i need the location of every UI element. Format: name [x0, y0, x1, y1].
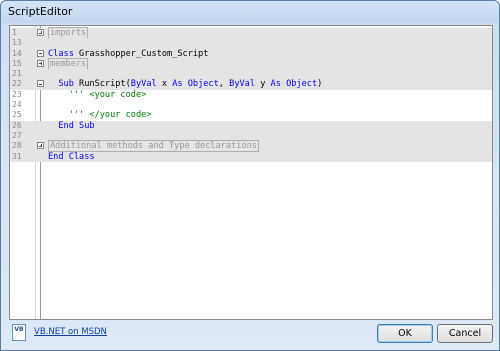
code-text: Sub RunScript(ByVal x As Object, ByVal y…: [48, 79, 322, 89]
line-number: 27: [12, 130, 22, 140]
code-line[interactable]: 28 Additional methods and Type declaratio…: [10, 140, 492, 153]
line-number: 23: [12, 89, 22, 99]
code-token: RunScript(: [79, 79, 131, 90]
ok-button[interactable]: OK: [377, 324, 433, 343]
expand-icon[interactable]: [37, 29, 44, 36]
code-text: members: [48, 57, 89, 70]
collapse-icon[interactable]: [37, 80, 44, 88]
collapsed-region[interactable]: Additional methods and Type declarations: [48, 140, 259, 153]
code-line[interactable]: 24: [10, 100, 492, 110]
code-text: ''' </your code>: [48, 110, 152, 121]
expand-icon[interactable]: [37, 59, 44, 67]
code-line[interactable]: 25 ''' </your code>: [10, 110, 492, 120]
script-editor-window: ScriptEditor 1 imports 13 14 Class Grasshopp…: [0, 0, 500, 351]
line-number: 14: [12, 48, 22, 58]
code-token: ): [317, 79, 323, 90]
code-line[interactable]: 13: [10, 38, 492, 49]
code-line[interactable]: 26 End Sub: [10, 120, 492, 131]
line-number: 26: [12, 120, 22, 130]
msdn-link[interactable]: VB.NET on MSDN: [34, 327, 107, 337]
code-line[interactable]: 31 End Class: [10, 151, 492, 162]
line-number: 31: [12, 151, 22, 161]
code-line[interactable]: 21: [10, 69, 492, 80]
code-text: Additional methods and Type declarations: [48, 140, 259, 153]
cancel-button[interactable]: Cancel: [437, 324, 493, 343]
keyword-token: End Sub: [48, 120, 95, 131]
code-text: imports: [48, 27, 89, 39]
code-line[interactable]: 1 imports: [10, 27, 492, 39]
line-number: 28: [12, 141, 22, 151]
comment-token: ''' </your code>: [48, 110, 152, 121]
title-bar[interactable]: ScriptEditor: [1, 1, 499, 23]
line-number: 13: [12, 38, 22, 48]
line-number: 21: [12, 69, 22, 79]
keyword-token: As Object: [172, 79, 219, 90]
code-token: Grasshopper_Custom_Script: [73, 48, 209, 59]
keyword-token: Sub: [48, 79, 80, 90]
line-number: 22: [12, 79, 22, 89]
comment-token: ''' <your code>: [48, 89, 147, 100]
collapsed-region[interactable]: members: [48, 57, 89, 70]
line-number: 25: [12, 110, 22, 120]
window-title: ScriptEditor: [8, 5, 73, 18]
code-token: x: [156, 79, 173, 90]
code-line[interactable]: 15 members: [10, 57, 492, 70]
keyword-token: ByVal: [229, 79, 256, 90]
keyword-token: End Class: [48, 151, 95, 162]
code-line[interactable]: 22 Sub RunScript(ByVal x As Object, ByVa…: [10, 79, 492, 90]
keyword-token: ByVal: [130, 79, 157, 90]
collapsed-region[interactable]: imports: [48, 27, 89, 39]
code-line[interactable]: 23 ''' <your code>: [10, 90, 492, 100]
code-lines[interactable]: 1 imports 13 14 Class Grasshopper_Custom_Scr…: [10, 27, 492, 162]
vb-icon: VB: [12, 324, 26, 341]
keyword-token: As Object: [270, 79, 318, 90]
line-number: 1: [12, 28, 17, 37]
line-number: 24: [12, 100, 22, 110]
collapse-icon[interactable]: [37, 49, 44, 57]
expand-icon[interactable]: [37, 142, 44, 150]
code-token: y: [255, 79, 271, 90]
code-token: ,: [218, 79, 230, 90]
code-editor[interactable]: 1 imports 13 14 Class Grasshopper_Custom_Scr…: [9, 25, 493, 320]
code-text: ''' <your code>: [48, 89, 147, 100]
code-text: End Class: [48, 152, 95, 162]
line-number: 15: [12, 58, 22, 68]
code-text: End Sub: [48, 120, 95, 131]
